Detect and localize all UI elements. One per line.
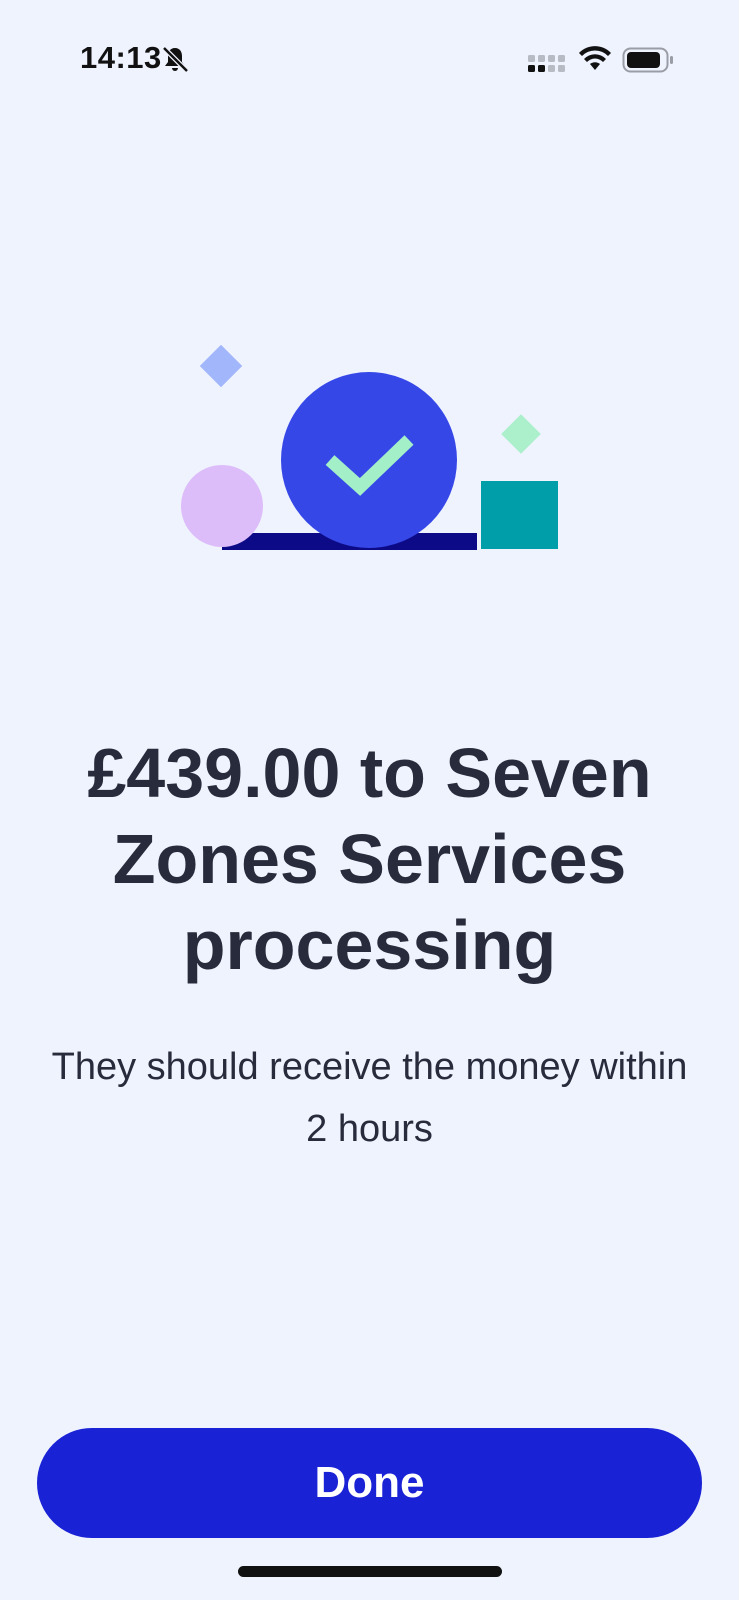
confirmation-headline: £439.00 to Seven Zones Services processi…	[87, 734, 652, 984]
cellular-signal-icon	[528, 55, 565, 72]
blue-diamond-shape	[199, 345, 243, 388]
home-indicator[interactable]	[238, 1566, 502, 1577]
wifi-icon	[579, 46, 611, 70]
confirmation-subtext: They should receive the money within 2 h…	[51, 1046, 688, 1150]
battery-icon	[622, 47, 673, 73]
status-time: 14:13	[80, 40, 162, 75]
green-diamond-shape	[501, 414, 541, 454]
done-button[interactable]: Done	[37, 1428, 702, 1538]
success-illustration	[181, 345, 558, 550]
teal-square-shape	[481, 481, 558, 549]
transfer-confirmation-screen: 14:13 £439.00 to Seven Zones Services pr…	[0, 0, 739, 1600]
blue-circle-shape	[281, 372, 457, 548]
bell-slash-icon	[162, 46, 189, 73]
pink-circle-shape	[181, 465, 263, 547]
status-bar: 14:13	[0, 0, 739, 120]
